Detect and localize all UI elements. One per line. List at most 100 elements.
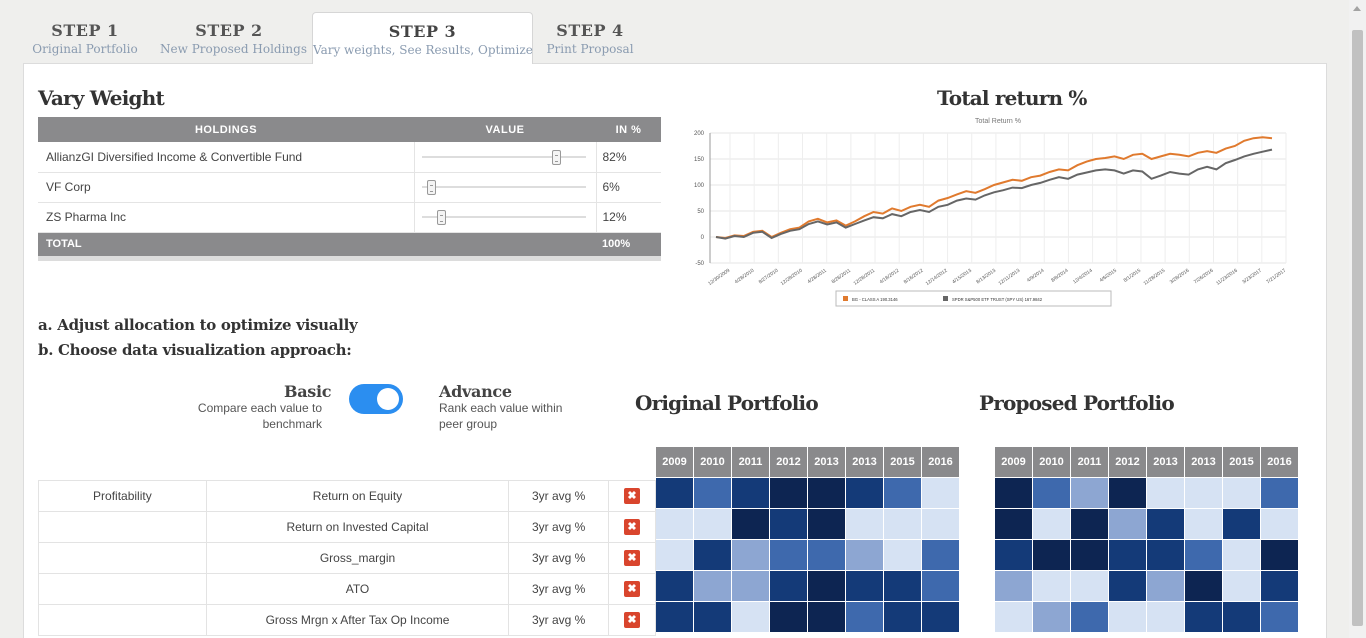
heatmap-cell <box>1147 540 1184 570</box>
heatmap-cell <box>1071 540 1108 570</box>
total-return-title: Total return % <box>937 86 1087 110</box>
heatmap-cell <box>1223 478 1260 508</box>
heatmap-row <box>656 478 959 508</box>
heatmap-row <box>995 571 1298 601</box>
heatmap-row <box>995 478 1298 508</box>
year-header: 2016 <box>1261 447 1298 477</box>
metric-category <box>38 542 207 574</box>
heatmap-cell <box>1185 509 1222 539</box>
heatmap-cell <box>922 571 959 601</box>
heatmap-cell <box>1147 509 1184 539</box>
year-header: 2011 <box>1071 447 1108 477</box>
heatmap-cell <box>995 540 1032 570</box>
instruction-b: b. Choose data visualization approach: <box>38 341 352 359</box>
weight-slider[interactable] <box>421 210 586 225</box>
heatmap-cell <box>656 571 693 601</box>
x-tick-label: 8/1/2015 <box>1123 268 1143 284</box>
visualization-toggle[interactable] <box>349 384 403 414</box>
x-tick-label: 4/9/2014 <box>1026 268 1046 284</box>
year-header: 2013 <box>808 447 845 477</box>
close-icon[interactable]: ✖ <box>624 519 641 535</box>
slider-track[interactable] <box>421 216 586 218</box>
tab-step-label: STEP 2 <box>195 21 263 40</box>
weight-slider[interactable] <box>421 149 586 165</box>
x-tick-label: 3/23/2017 <box>1241 268 1263 286</box>
heatmap-row <box>656 509 959 539</box>
x-tick-label: 4/28/2010 <box>734 268 756 286</box>
year-header: 2010 <box>1033 447 1070 477</box>
x-tick-label: 8/16/2012 <box>903 268 925 286</box>
total-row: TOTAL 100% <box>38 232 661 261</box>
year-header: 2009 <box>995 447 1032 477</box>
proposed-portfolio-title: Proposed Portfolio <box>979 391 1175 415</box>
heatmap-cell <box>770 478 807 508</box>
heatmap-cell <box>808 478 845 508</box>
x-tick-label: 8/27/2010 <box>758 268 780 286</box>
advance-option-desc: Rank each value within peer group <box>439 400 609 432</box>
metric-name: Gross_margin <box>205 542 510 574</box>
heatmap-cell <box>922 509 959 539</box>
year-header: 2013 <box>1185 447 1222 477</box>
tab-step-label: STEP 4 <box>556 21 624 40</box>
tab-step-2[interactable]: STEP 2 New Proposed Holdings <box>160 12 307 64</box>
toggle-knob[interactable] <box>377 388 399 410</box>
chart-inner-title: Total Return % <box>975 118 1021 125</box>
close-icon[interactable]: ✖ <box>624 612 641 628</box>
holdings-table: HOLDINGS VALUE IN % AllianzGI Diversifie… <box>38 117 661 261</box>
heatmap-cell <box>1033 540 1070 570</box>
heatmap-cell <box>1033 478 1070 508</box>
x-tick-label: 12/11/2013 <box>998 268 1022 287</box>
heatmap-cell <box>846 509 883 539</box>
heatmap-row <box>995 540 1298 570</box>
close-icon[interactable]: ✖ <box>624 550 641 566</box>
metric-period: 3yr avg % <box>508 604 610 636</box>
tab-step-label: STEP 3 <box>388 22 457 41</box>
scroll-thumb[interactable] <box>1352 30 1363 626</box>
weight-slider[interactable] <box>421 180 586 195</box>
total-return-chart: Total Return %-5005010015020012/30/2009 4… <box>694 118 1287 307</box>
active-tab-joiner <box>313 60 532 66</box>
heatmap-cell <box>808 571 845 601</box>
heatmap-cell <box>884 540 921 570</box>
x-tick-label: 4/28/2011 <box>806 268 828 286</box>
heatmap-cell <box>884 509 921 539</box>
remove-cell: ✖ <box>608 542 656 574</box>
heatmap-cell <box>808 540 845 570</box>
slider-handle[interactable] <box>551 149 561 165</box>
tab-step-1[interactable]: STEP 1 Original Portfolio <box>30 12 140 64</box>
heatmap-cell <box>732 571 769 601</box>
close-icon[interactable]: ✖ <box>624 581 641 597</box>
x-tick-label: 4/15/2013 <box>951 268 973 286</box>
basic-desc-line: Compare each value to <box>197 401 322 415</box>
heatmap-cell <box>995 478 1032 508</box>
heatmap-cell <box>656 509 693 539</box>
close-icon[interactable]: ✖ <box>624 488 641 504</box>
basic-option-title: Basic <box>284 382 332 401</box>
page-scrollbar[interactable] <box>1349 0 1366 638</box>
holdings-header: HOLDINGS VALUE IN % <box>38 117 661 142</box>
heatmap-cell <box>1185 602 1222 632</box>
heatmap-cell <box>694 602 731 632</box>
year-header: 2013 <box>1147 447 1184 477</box>
x-tick-label: 12/14/2012 <box>925 268 949 287</box>
heatmap-row <box>995 509 1298 539</box>
slider-handle[interactable] <box>427 180 437 195</box>
year-header: 2012 <box>1109 447 1146 477</box>
year-header: 2009 <box>656 447 693 477</box>
tab-step-4[interactable]: STEP 4 Print Proposal <box>545 12 635 64</box>
x-tick-label: 12/28/2010 <box>780 268 804 287</box>
heatmap-cell <box>1109 478 1146 508</box>
heatmap-cell <box>732 509 769 539</box>
tab-step-3[interactable]: STEP 3 Vary weights, See Results, Optimi… <box>312 12 533 64</box>
holding-pct: 82% <box>595 142 661 173</box>
scroll-up-icon[interactable] <box>1353 6 1361 11</box>
legend-label: SPDR S&P500 ETF TRUST (SPY US) 167.9842 <box>952 297 1043 302</box>
total-label: TOTAL <box>38 232 414 261</box>
advance-desc-line: peer group <box>439 417 498 431</box>
heatmap-cell <box>1261 602 1298 632</box>
slider-track[interactable] <box>421 186 586 188</box>
heatmap-cell <box>1033 509 1070 539</box>
slider-handle[interactable] <box>437 210 447 225</box>
series-line <box>715 148 1273 240</box>
heatmap-cell <box>995 571 1032 601</box>
